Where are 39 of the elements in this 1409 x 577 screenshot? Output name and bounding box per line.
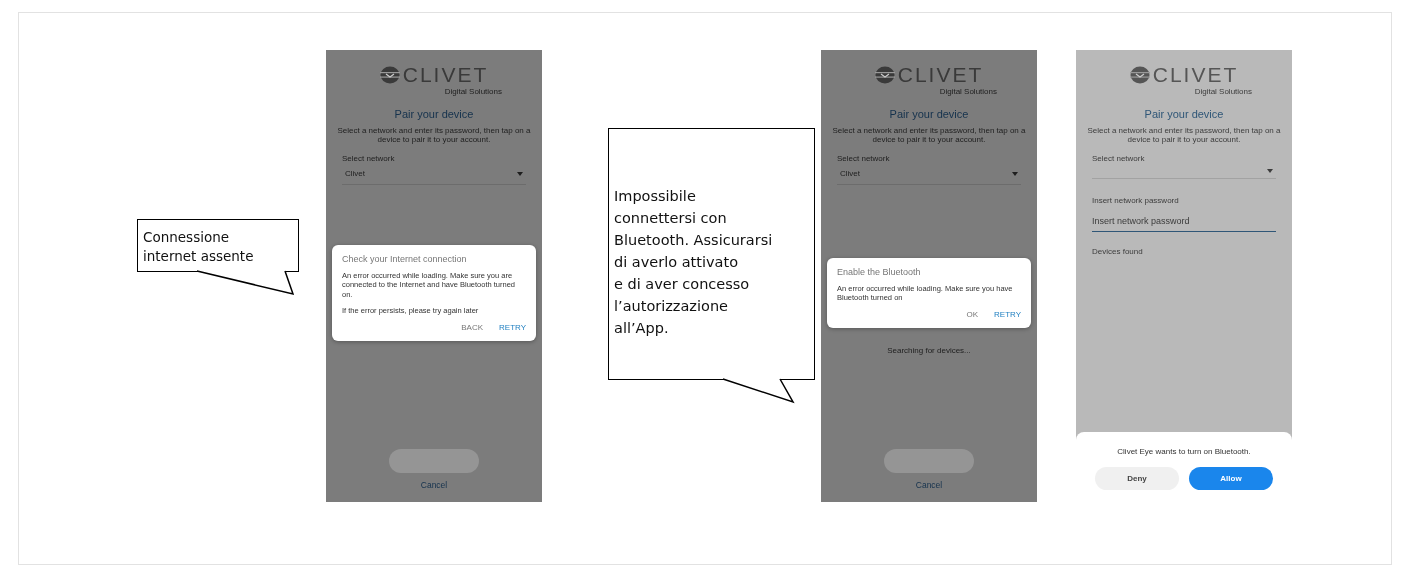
dialog-button[interactable]: BACK [461, 321, 484, 334]
logo-icon [1129, 65, 1150, 84]
logo-icon [874, 65, 895, 84]
sheet-button[interactable]: Allow [1189, 467, 1273, 490]
field-label: Select network [837, 152, 891, 165]
cancel-link[interactable]: Cancel [915, 479, 943, 492]
caret-icon [1012, 171, 1018, 176]
password-field[interactable]: Insert network password [1092, 212, 1276, 233]
field-label: Select network [342, 152, 396, 165]
caret-icon [517, 171, 523, 176]
dialog-button[interactable]: OK [966, 309, 979, 321]
field-label: Devices found [1092, 246, 1144, 259]
dialog-button[interactable]: RETRY [499, 321, 526, 334]
status-text: Searching for devices... [887, 344, 971, 357]
sheet-message: Clivet Eye wants to turn on Bluetooth. [1117, 446, 1251, 458]
logo-text: CLIVET [402, 64, 489, 85]
description-text: Select a network and enter its password, then tap on a device to pair it to your account. [831, 125, 1027, 145]
sheet-button[interactable]: Deny [1095, 467, 1179, 490]
callout-text: Impossibile connettersi con Bluetooth. Assicurarsi di averlo attivato e di aver concesso l’autorizzazione all’App. [608, 128, 815, 380]
description-text: Select a network and enter its password, then tap on a device to pair it to your account. [1086, 125, 1282, 145]
field-label: Select network [1092, 152, 1146, 165]
screen-title: Pair your device [394, 107, 474, 122]
dialog-button[interactable]: RETRY [994, 309, 1021, 321]
network-dropdown[interactable]: Clivet [342, 164, 526, 185]
logo-text: CLIVET [897, 64, 984, 85]
logo-tagline: Digital Solutions [939, 86, 997, 98]
logo-icon [379, 65, 400, 84]
logo-tagline: Digital Solutions [444, 86, 502, 98]
logo-tagline: Digital Solutions [1194, 86, 1252, 98]
field-label: Insert network password [1092, 194, 1180, 207]
dialog-title: Check your Internet connection [342, 253, 468, 266]
screen-title: Pair your device [889, 107, 969, 122]
cancel-link[interactable]: Cancel [420, 479, 448, 492]
caret-icon [1267, 168, 1273, 173]
screen-title: Pair your device [1144, 107, 1224, 122]
description-text: Select a network and enter its password, then tap on a device to pair it to your account. [336, 125, 532, 145]
dialog-title: Enable the Bluetooth [837, 266, 922, 279]
network-dropdown[interactable]: Clivet [837, 164, 1021, 185]
logo-text: CLIVET [1152, 64, 1239, 85]
